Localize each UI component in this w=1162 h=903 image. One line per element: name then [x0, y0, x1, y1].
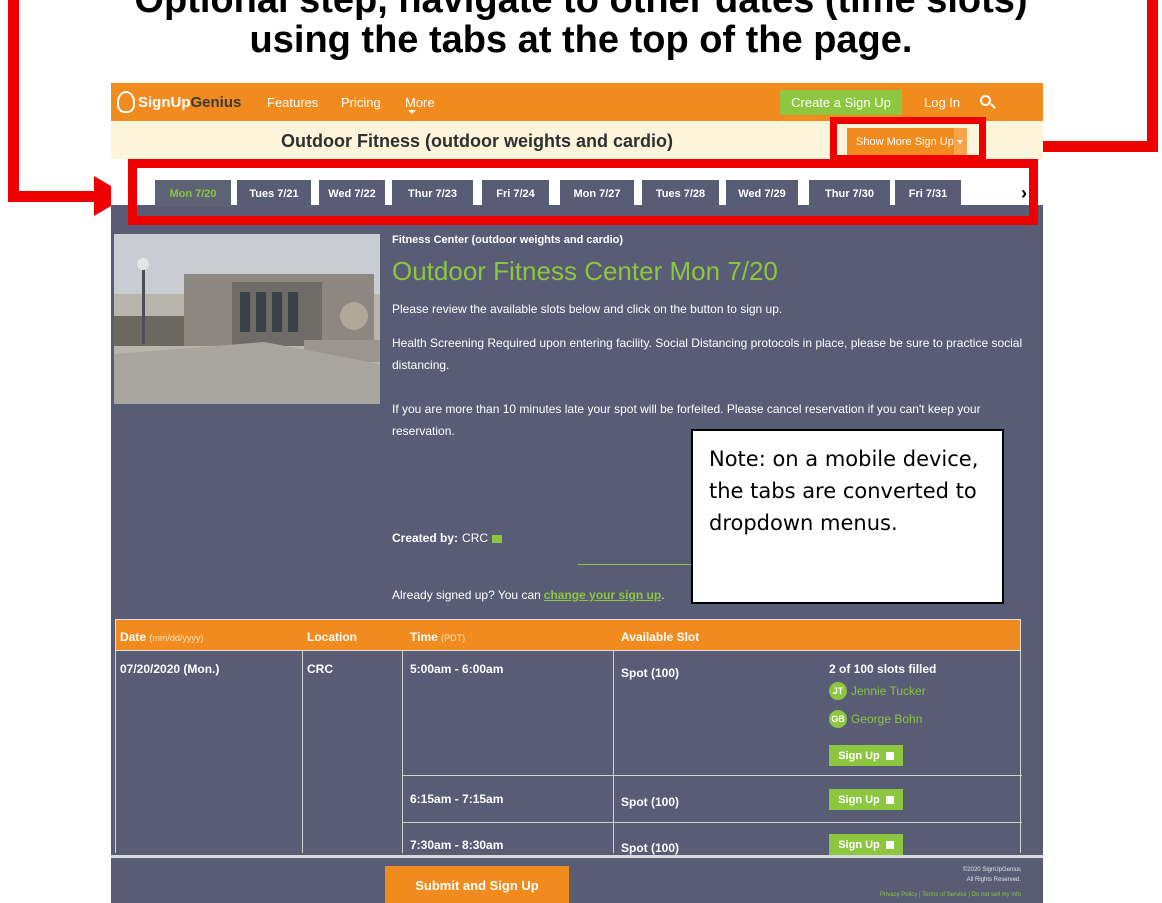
headline-line-1: Optional step, navigate to other dates (… — [134, 0, 1028, 21]
header-location: Location — [307, 630, 357, 644]
login-link[interactable]: Log In — [924, 95, 960, 110]
signed-up-person: JT Jennie Tucker — [829, 682, 926, 700]
submit-and-signup-button[interactable]: Submit and Sign Up — [385, 866, 569, 903]
facility-photo — [114, 234, 380, 404]
email-icon[interactable] — [492, 534, 503, 543]
slots-table-header: Date (mm/dd/yyyy) Location Time (PDT) Av… — [115, 619, 1021, 651]
highlight-tabs — [128, 159, 1038, 225]
footer: Submit and Sign Up ©2020 SignUpGenius Al… — [111, 855, 1043, 903]
signup-title: Outdoor Fitness Center Mon 7/20 — [392, 256, 778, 286]
slots-filled-count: 2 of 100 slots filled — [829, 662, 937, 676]
header-available-slot: Available Slot — [621, 630, 700, 644]
nav-features[interactable]: Features — [267, 95, 318, 110]
footer-links[interactable]: Privacy Policy | Terms of Service | Do n… — [880, 892, 1021, 898]
slot-spot: Spot (100) — [621, 841, 680, 855]
header-time: Time (PDT) — [410, 630, 466, 644]
mobile-note: Note: on a mobile device, the tabs are c… — [691, 429, 1004, 604]
top-navigation: SignUpGenius Features Pricing More Creat… — [111, 83, 1043, 121]
site-logo[interactable]: SignUpGenius — [117, 89, 241, 115]
nav-pricing[interactable]: Pricing — [341, 95, 381, 110]
health-screening-text: Health Screening Required upon entering … — [392, 336, 1023, 372]
signup-button[interactable]: Sign Up — [829, 745, 903, 766]
slots-table-body: 07/20/2020 (Mon.) CRC 5:00am - 6:00am Sp… — [115, 651, 1022, 855]
annotation-right-horizontal — [1033, 141, 1158, 152]
change-signup-link[interactable]: change your sign up — [544, 588, 661, 602]
copyright: ©2020 SignUpGenius All Rights Reserved. — [962, 867, 1021, 883]
signed-up-person: GB George Bohn — [829, 710, 922, 728]
slot-time: 5:00am - 6:00am — [410, 662, 504, 676]
annotation-left-horizontal — [8, 191, 98, 202]
signup-page: SignUpGenius Features Pricing More Creat… — [111, 83, 1043, 903]
header-date: Date (mm/dd/yyyy) — [120, 630, 204, 644]
create-signup-button[interactable]: Create a Sign Up — [780, 90, 902, 115]
signup-button[interactable]: Sign Up — [829, 789, 903, 810]
created-by: Created by: CRC — [392, 531, 503, 545]
avatar: GB — [829, 710, 847, 728]
slot-date: 07/20/2020 (Mon.) — [120, 662, 220, 676]
slot-time: 7:30am - 8:30am — [410, 838, 504, 852]
slot-time: 6:15am - 7:15am — [410, 792, 504, 806]
annotation-right-vertical — [1147, 0, 1158, 151]
slot-spot: Spot (100) — [621, 795, 680, 809]
highlight-more-signups — [830, 117, 986, 162]
signup-category: Fitness Center (outdoor weights and card… — [392, 234, 624, 246]
avatar: JT — [829, 682, 847, 700]
slot-spot: Spot (100) — [621, 666, 680, 680]
checkbox-icon — [885, 840, 894, 849]
page-title: Outdoor Fitness (outdoor weights and car… — [281, 131, 673, 151]
signup-button[interactable]: Sign Up — [829, 834, 903, 855]
checkbox-icon — [885, 751, 894, 760]
instructions-text: Please review the available slots below … — [392, 302, 783, 316]
already-signed-up: Already signed up? You can change your si… — [392, 588, 665, 602]
checkbox-icon — [885, 795, 894, 804]
slot-location: CRC — [307, 662, 333, 676]
nav-more[interactable]: More — [405, 95, 435, 110]
search-icon[interactable] — [980, 95, 991, 106]
chevron-down-icon — [408, 110, 416, 114]
annotation-left-vertical — [8, 0, 19, 202]
lightbulb-icon — [117, 91, 135, 113]
headline-line-2: using the tabs at the top of the page. — [249, 19, 913, 61]
